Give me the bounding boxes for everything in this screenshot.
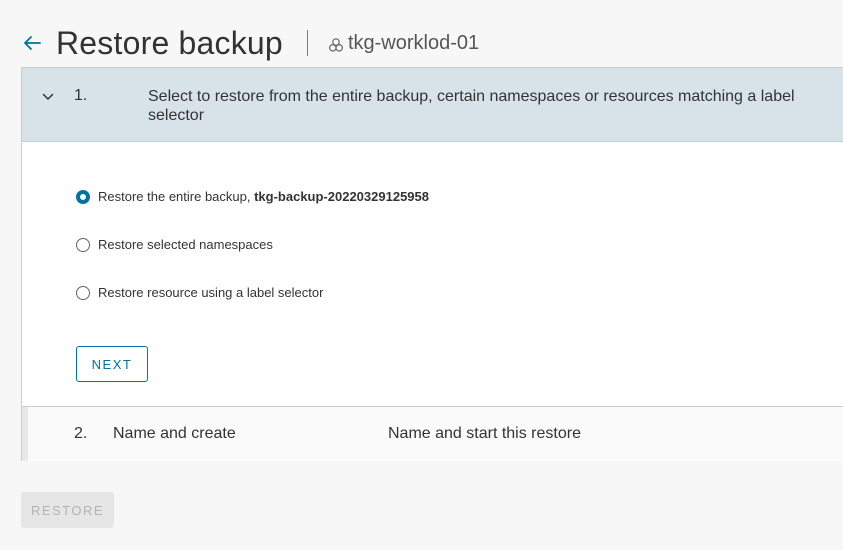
radio-option-entire-backup[interactable]: Restore the entire backup, tkg-backup-20…: [76, 189, 429, 204]
step2-indicator: [22, 407, 28, 461]
radio-label: Restore selected namespaces: [98, 237, 273, 252]
step1-number: 1.: [74, 87, 88, 104]
radio-button[interactable]: [76, 237, 90, 252]
step1-header[interactable]: 1. Select to restore from the entire bac…: [22, 68, 843, 142]
chevron-down-icon[interactable]: [42, 90, 54, 102]
page-header: Restore backup tkg-worklod-01: [22, 22, 479, 64]
step2-description: Name and start this restore: [388, 425, 581, 442]
radio-label: Restore the entire backup, tkg-backup-20…: [98, 189, 429, 204]
radio-label: Restore resource using a label selector: [98, 285, 324, 300]
page-title: Restore backup: [56, 24, 283, 61]
restore-button[interactable]: RESTORE: [21, 492, 114, 528]
step1-description: Select to restore from the entire backup…: [148, 88, 795, 124]
next-button[interactable]: NEXT: [76, 346, 148, 382]
restore-wizard: 1. Select to restore from the entire bac…: [21, 67, 843, 461]
arrow-left-icon[interactable]: [22, 33, 42, 53]
cluster-icon: [328, 37, 344, 53]
step2-header[interactable]: 2. Name and create Name and start this r…: [22, 406, 843, 461]
step1-body: Restore the entire backup, tkg-backup-20…: [22, 142, 843, 406]
cluster-name: tkg-worklod-01: [347, 31, 480, 54]
step2-number: 2.: [74, 425, 88, 442]
backup-name: tkg-backup-20220329125958: [254, 189, 429, 204]
radio-button[interactable]: [76, 285, 90, 300]
title-divider: [306, 30, 308, 56]
radio-button[interactable]: [76, 189, 90, 204]
step2-title: Name and create: [113, 425, 236, 442]
radio-option-label-selector[interactable]: Restore resource using a label selector: [76, 285, 323, 300]
radio-option-selected-namespaces[interactable]: Restore selected namespaces: [76, 237, 273, 252]
